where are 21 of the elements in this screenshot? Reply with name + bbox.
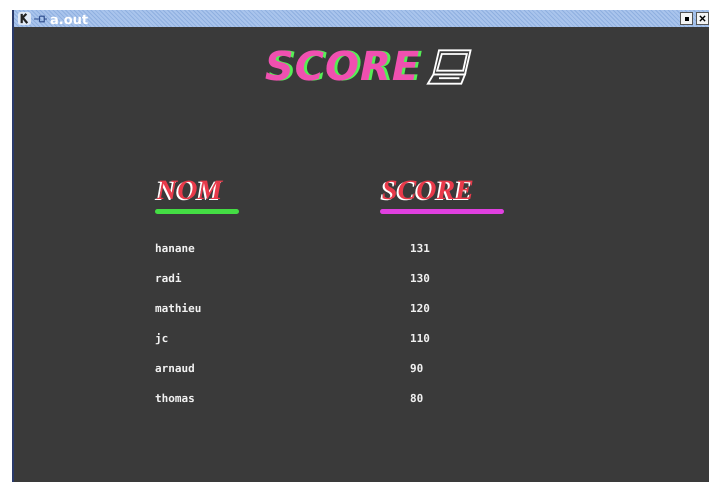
player-name: hanane [155,242,196,257]
player-score: 120 [409,302,431,317]
player-name: radi [155,272,182,287]
score-title: SCORE [264,43,420,91]
player-name: arnaud [155,362,196,377]
player-name: thomas [155,392,196,407]
player-name: mathieu [155,302,202,317]
player-score: 80 [409,392,424,407]
column-header: SCORE [381,175,474,207]
close-icon [699,15,706,22]
player-name: jc [155,332,170,347]
app-icon [18,12,31,25]
player-score: 90 [409,362,424,377]
player-score: 130 [409,272,431,287]
column-header: NOM [156,175,222,207]
close-button[interactable] [696,12,709,25]
pin-icon[interactable] [34,14,47,22]
window-title: a.out [50,14,88,28]
player-score: 110 [409,332,431,347]
minimize-button[interactable] [680,12,693,25]
player-score: 131 [409,242,431,257]
